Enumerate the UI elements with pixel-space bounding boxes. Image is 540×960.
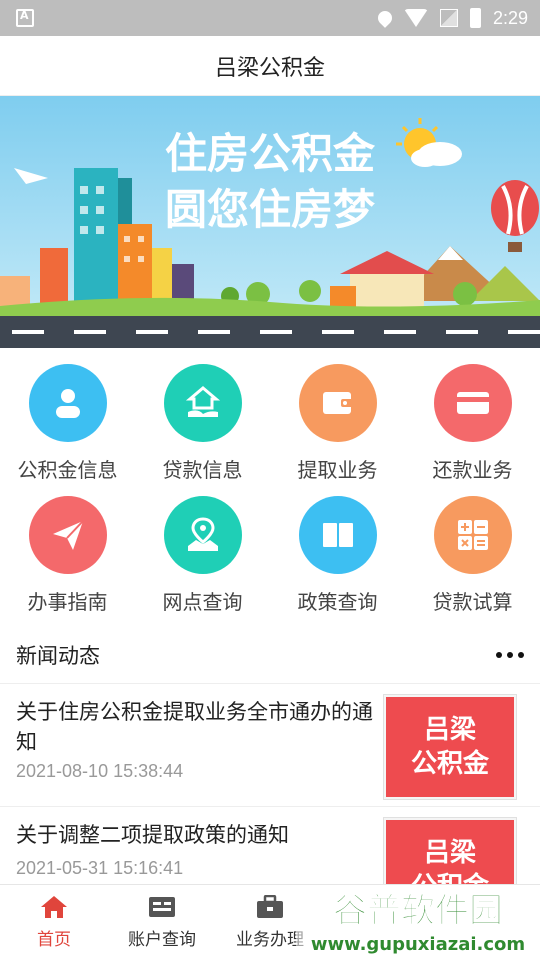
title-bar: 吕梁公积金 bbox=[0, 36, 540, 96]
page-title: 吕梁公积金 bbox=[214, 55, 325, 81]
house-hand-icon bbox=[163, 364, 242, 442]
banner-line2: 圆您住房梦 bbox=[165, 185, 375, 234]
watermark-line2: www.gupuxiazai.com bbox=[311, 934, 525, 955]
banner-line1: 住房公积金 bbox=[165, 129, 376, 178]
card-icon bbox=[433, 364, 512, 442]
news-section-title: 新闻动态 bbox=[16, 643, 100, 668]
banner-illustration: 住房公积金 圆您住房梦 bbox=[0, 96, 540, 348]
wifi-icon bbox=[403, 9, 428, 27]
status-icons: 2:29 bbox=[375, 0, 528, 36]
tab-label: 首页 bbox=[37, 930, 71, 950]
location-icon bbox=[375, 8, 395, 28]
tile-branch-query[interactable]: 网点查询 bbox=[135, 490, 270, 622]
status-bar: 2:29 bbox=[0, 0, 540, 36]
paper-plane-icon bbox=[28, 496, 107, 574]
watermark-line1: 谷普软件园 bbox=[333, 891, 503, 931]
tile-label: 政策查询 bbox=[297, 590, 378, 614]
tile-label: 贷款试算 bbox=[432, 590, 513, 614]
tile-withdrawal[interactable]: 提取业务 bbox=[270, 358, 405, 490]
tab-account-query[interactable]: 账户查询 bbox=[108, 885, 216, 960]
news-title: 关于调整二项提取政策的通知 bbox=[16, 823, 289, 847]
thumb-line1: 吕梁 bbox=[423, 838, 476, 868]
news-date: 2021-05-31 15:16:41 bbox=[16, 858, 184, 878]
tab-home[interactable]: 首页 bbox=[0, 885, 108, 960]
notification-icon bbox=[16, 9, 34, 27]
briefcase-icon bbox=[255, 895, 285, 919]
function-grid: 公积金信息 贷款信息 提取业务 还款业务 办事指南 网点查询 政策查询 贷款试算 bbox=[0, 358, 540, 622]
calculator-icon bbox=[433, 496, 512, 574]
tile-label: 办事指南 bbox=[27, 590, 108, 614]
id-card-icon bbox=[147, 895, 177, 919]
home-icon bbox=[39, 895, 69, 919]
tile-label: 网点查询 bbox=[162, 590, 243, 614]
tile-loan-calculator[interactable]: 贷款试算 bbox=[405, 490, 540, 622]
person-icon bbox=[28, 364, 107, 442]
book-icon bbox=[298, 496, 377, 574]
more-icon[interactable] bbox=[496, 651, 524, 658]
tile-label: 提取业务 bbox=[297, 458, 378, 482]
map-pin-icon bbox=[163, 496, 242, 574]
tile-label: 还款业务 bbox=[432, 458, 513, 482]
tile-label: 公积金信息 bbox=[17, 458, 118, 482]
thumb-line2: 公积金 bbox=[410, 749, 489, 779]
tile-fund-info[interactable]: 公积金信息 bbox=[0, 358, 135, 490]
news-section-header: 新闻动态 bbox=[0, 626, 540, 684]
watermark: 谷普软件园 www.gupuxiazai.com bbox=[296, 886, 540, 960]
signal-icon bbox=[439, 9, 458, 27]
tab-label: 账户查询 bbox=[128, 930, 196, 950]
tile-guide[interactable]: 办事指南 bbox=[0, 490, 135, 622]
tab-label: 业务办理 bbox=[236, 930, 304, 950]
tile-policy-query[interactable]: 政策查询 bbox=[270, 490, 405, 622]
thumb-line1: 吕梁 bbox=[423, 715, 476, 745]
status-time: 2:29 bbox=[492, 7, 528, 28]
news-item[interactable]: 关于住房公积金提取业务全市通办的通知 2021-08-10 15:38:44 吕… bbox=[0, 685, 540, 807]
news-date: 2021-08-10 15:38:44 bbox=[16, 761, 184, 781]
banner[interactable]: 住房公积金 圆您住房梦 bbox=[0, 96, 540, 348]
tile-loan-info[interactable]: 贷款信息 bbox=[135, 358, 270, 490]
wallet-icon bbox=[298, 364, 377, 442]
tile-repayment[interactable]: 还款业务 bbox=[405, 358, 540, 490]
news-thumbnail: 吕梁 公积金 bbox=[384, 695, 516, 799]
news-title: 关于住房公积金提取业务全市通办的通知 bbox=[16, 700, 373, 754]
battery-icon bbox=[469, 8, 481, 28]
tile-label: 贷款信息 bbox=[162, 458, 243, 482]
